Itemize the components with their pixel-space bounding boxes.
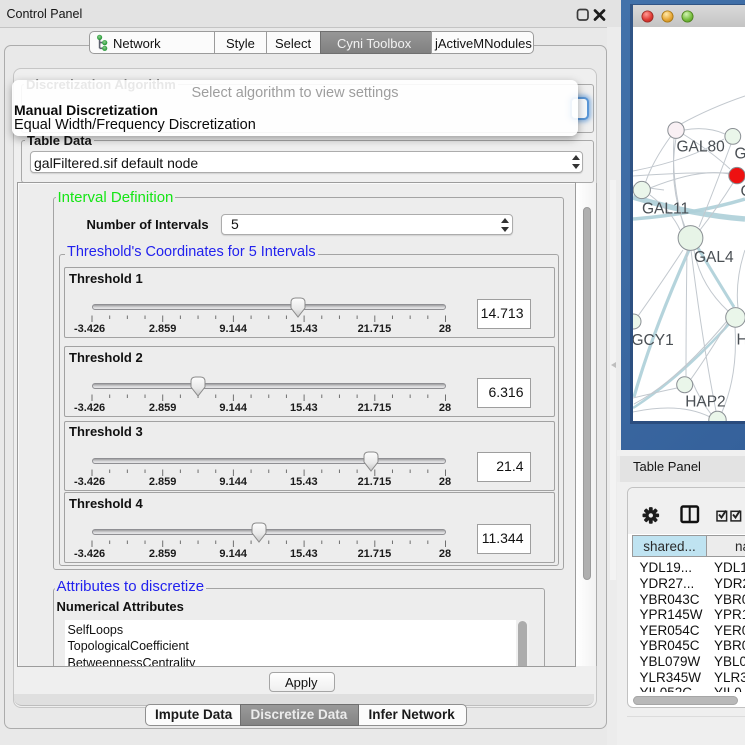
svg-text:GAL80: GAL80: [677, 139, 726, 156]
svg-text:HI: HI: [737, 332, 745, 349]
svg-text:HAP2: HAP2: [685, 394, 726, 411]
svg-text:CY: CY: [741, 183, 745, 200]
svg-text:GAL11: GAL11: [642, 201, 689, 218]
svg-text:GAL4: GAL4: [694, 249, 734, 266]
svg-text:GCY1: GCY1: [633, 332, 674, 349]
svg-text:GAL: GAL: [735, 146, 745, 163]
